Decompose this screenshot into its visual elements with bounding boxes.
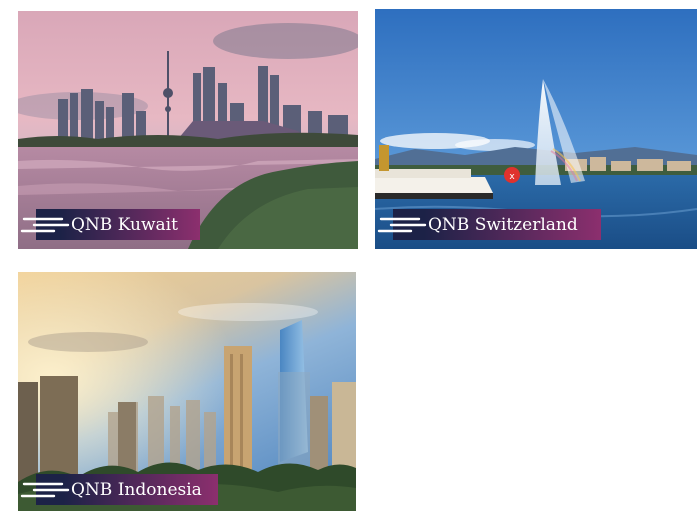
- card-label: QNB Kuwait: [18, 209, 238, 240]
- svg-text:x: x: [509, 172, 515, 182]
- card-qnb-switzerland[interactable]: x QNB Switzerland: [375, 9, 697, 249]
- speed-lines-icon: [20, 480, 72, 502]
- speed-lines-icon: [377, 215, 429, 237]
- location-name: QNB Switzerland: [428, 214, 578, 235]
- location-name: QNB Indonesia: [71, 479, 202, 500]
- location-name: QNB Kuwait: [71, 214, 178, 235]
- card-qnb-kuwait[interactable]: QNB Kuwait: [18, 11, 358, 249]
- speed-lines-icon: [20, 215, 72, 237]
- card-label: QNB Switzerland: [375, 209, 615, 240]
- card-label: QNB Indonesia: [18, 474, 238, 505]
- card-qnb-indonesia[interactable]: QNB Indonesia: [18, 272, 356, 511]
